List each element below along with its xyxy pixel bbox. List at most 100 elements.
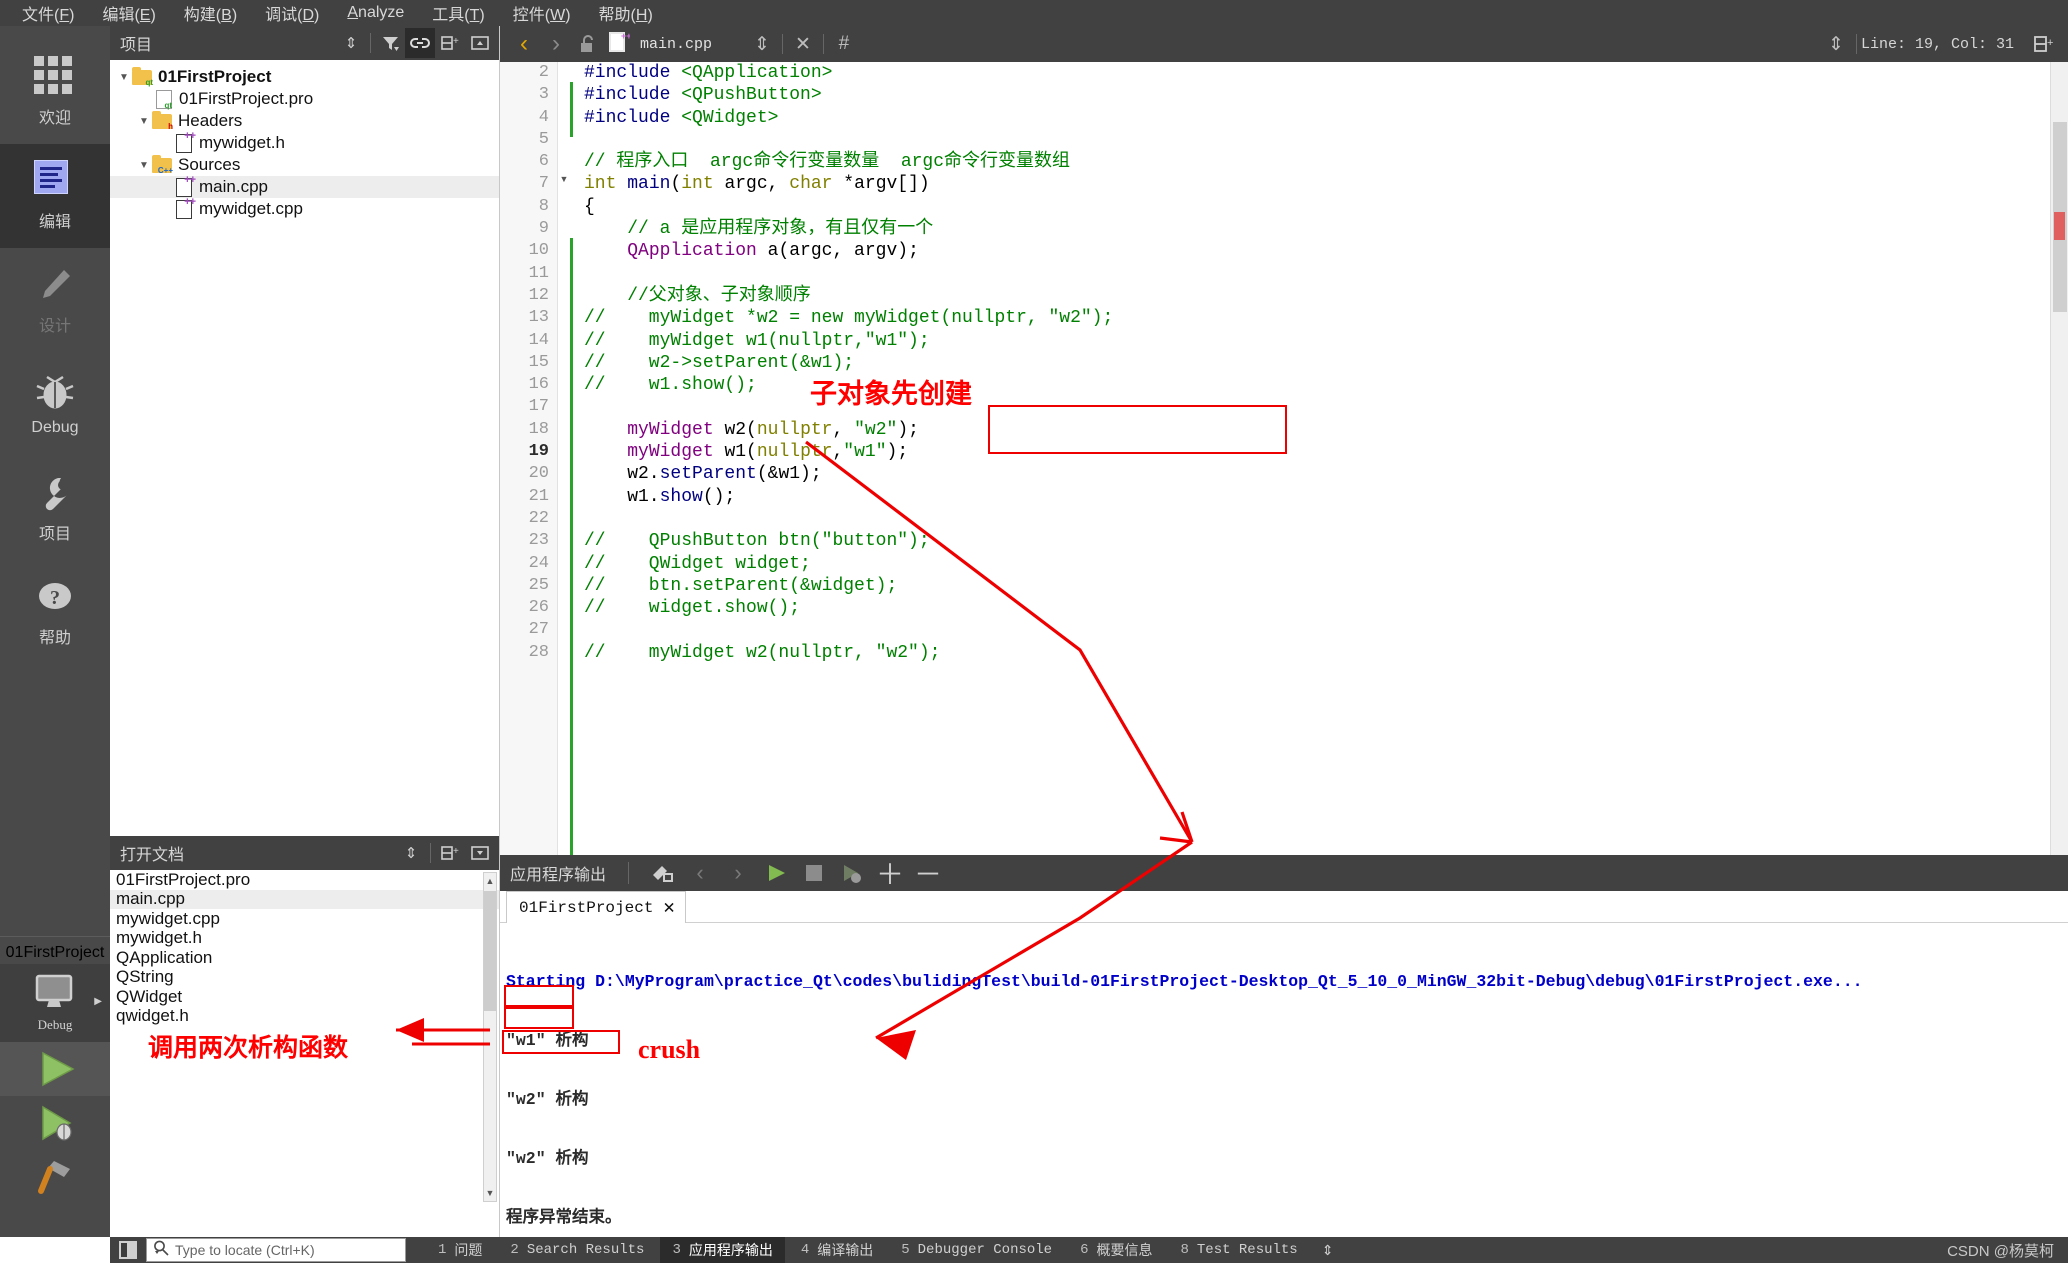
search-input[interactable]: Type to locate (Ctrl+K) bbox=[146, 1238, 406, 1262]
menu-item-1[interactable]: 编辑(E) bbox=[88, 0, 169, 27]
code-line[interactable]: myWidget w2(nullptr, "w2"); bbox=[570, 419, 2068, 441]
statusbar-tab-general-messages[interactable]: 6 概要信息 bbox=[1068, 1237, 1164, 1263]
mode-projects[interactable]: 项目 bbox=[0, 456, 110, 560]
code-line[interactable]: #include <QApplication> bbox=[570, 62, 2068, 84]
list-item[interactable]: 01FirstProject.pro bbox=[110, 870, 499, 890]
code-line[interactable] bbox=[570, 619, 2068, 641]
menu-item-2[interactable]: 构建(B) bbox=[170, 0, 251, 27]
code-line[interactable]: // QWidget widget; bbox=[570, 553, 2068, 575]
dropdown-icon[interactable] bbox=[465, 838, 495, 868]
code-line[interactable]: // w2->setParent(&w1); bbox=[570, 352, 2068, 374]
sidebar-toggle-icon[interactable] bbox=[110, 1237, 146, 1263]
unlocked-icon[interactable] bbox=[572, 29, 604, 59]
tree-item-mywidget-cpp[interactable]: ++ mywidget.cpp bbox=[110, 196, 499, 220]
code-line[interactable]: // QPushButton btn("button"); bbox=[570, 530, 2068, 552]
stop-icon[interactable] bbox=[795, 858, 833, 888]
split-icon[interactable]: + bbox=[435, 838, 465, 868]
code-line[interactable] bbox=[570, 508, 2068, 530]
code-line[interactable]: w1.show(); bbox=[570, 486, 2068, 508]
next-icon[interactable]: › bbox=[719, 858, 757, 888]
build-button[interactable] bbox=[0, 1150, 110, 1204]
run-button[interactable] bbox=[0, 1042, 110, 1096]
list-item[interactable]: main.cpp bbox=[110, 889, 499, 909]
scroll-down-icon[interactable]: ▼ bbox=[484, 1185, 496, 1201]
code-line[interactable]: #include <QWidget> bbox=[570, 107, 2068, 129]
code-line[interactable]: int main(int argc, char *argv[]) bbox=[570, 173, 2068, 195]
clear-icon[interactable] bbox=[643, 858, 681, 888]
tree-item-main-cpp[interactable]: ++ main.cpp bbox=[110, 174, 499, 198]
tree-item-project[interactable]: ▼ qt 01FirstProject bbox=[110, 66, 499, 88]
close-editor-button[interactable]: ✕ bbox=[787, 29, 819, 59]
statusbar-stepper-icon[interactable]: ⇕ bbox=[1322, 1242, 1334, 1259]
statusbar-tab-application-output[interactable]: 3 应用程序输出 bbox=[660, 1237, 785, 1263]
code-line[interactable]: // w1.show(); bbox=[570, 374, 2068, 396]
scroll-up-icon[interactable]: ▲ bbox=[484, 873, 496, 889]
statusbar-tab-compile-output[interactable]: 4 编译输出 bbox=[789, 1237, 885, 1263]
menu-item-3[interactable]: 调试(D) bbox=[251, 0, 333, 27]
prev-icon[interactable]: ‹ bbox=[681, 858, 719, 888]
tree-item-mywidget-h[interactable]: ++ mywidget.h bbox=[110, 130, 499, 154]
list-item[interactable]: mywidget.cpp bbox=[110, 909, 499, 929]
nav-back-button[interactable]: ‹ bbox=[508, 29, 540, 59]
application-output-console[interactable]: Starting D:\MyProgram\practice_Qt\codes\… bbox=[500, 923, 2068, 1237]
split-icon[interactable]: + bbox=[435, 28, 465, 58]
code-line[interactable] bbox=[570, 396, 2068, 418]
run-icon[interactable] bbox=[757, 858, 795, 888]
hash-button[interactable]: # bbox=[828, 29, 860, 59]
statusbar-tab-test-results[interactable]: 8 Test Results bbox=[1168, 1239, 1309, 1261]
editor-select-icon[interactable]: ⇕ bbox=[746, 29, 778, 59]
code-line[interactable] bbox=[570, 129, 2068, 151]
sync-icon[interactable]: ⇕ bbox=[396, 838, 426, 868]
menu-item-4[interactable]: Analyze bbox=[333, 2, 418, 24]
menu-item-5[interactable]: 工具(T) bbox=[418, 0, 498, 27]
code-line[interactable]: // 程序入口 argc命令行变量数量 argc命令行变量数组 bbox=[570, 151, 2068, 173]
editor-file-chip[interactable]: ++ main.cpp bbox=[608, 30, 712, 59]
zoom-in-icon[interactable]: ＋ bbox=[871, 858, 909, 890]
mode-design[interactable]: 设计 bbox=[0, 248, 110, 352]
filter-icon[interactable] bbox=[375, 28, 405, 58]
code-line[interactable]: { bbox=[570, 196, 2068, 218]
mode-help[interactable]: ? 帮助 bbox=[0, 560, 110, 664]
tree-item-headers[interactable]: ▼ h Headers bbox=[110, 110, 499, 132]
output-tab[interactable]: 01FirstProject ✕ bbox=[506, 891, 686, 923]
code-line[interactable]: // btn.setParent(&widget); bbox=[570, 575, 2068, 597]
list-item[interactable]: QApplication bbox=[110, 948, 499, 968]
mode-welcome[interactable]: 欢迎 bbox=[0, 40, 110, 144]
code-line[interactable]: // a 是应用程序对象，有且仅有一个 bbox=[570, 218, 2068, 240]
chevron-down-icon[interactable]: ▼ bbox=[136, 116, 152, 127]
chevron-down-icon[interactable]: ▼ bbox=[116, 72, 132, 83]
code-text[interactable]: #include <QApplication> #include <QPushBu… bbox=[570, 62, 2068, 855]
statusbar-tab-problems[interactable]: 1 问题 bbox=[426, 1237, 494, 1263]
tree-item-pro-file[interactable]: qt 01FirstProject.pro bbox=[110, 88, 499, 110]
split-editor-button[interactable]: + bbox=[2028, 29, 2060, 59]
fold-collapse-icon[interactable]: ▼ bbox=[558, 174, 570, 184]
list-item[interactable]: QWidget bbox=[110, 987, 499, 1007]
mode-edit[interactable]: 编辑 bbox=[0, 144, 110, 248]
code-editor[interactable]: 2 3 4 5 6 7 8 9 10 11 12 13 14 15 16 17 18 19 20 21 22 23 24 25… bbox=[500, 62, 2068, 855]
editor-scrollbar[interactable] bbox=[2050, 62, 2068, 855]
code-line[interactable]: // myWidget w2(nullptr, "w2"); bbox=[570, 642, 2068, 664]
scrollbar-thumb[interactable] bbox=[484, 891, 496, 1011]
close-icon[interactable]: ✕ bbox=[663, 896, 674, 919]
link-icon[interactable] bbox=[405, 28, 435, 58]
code-line[interactable]: myWidget w1(nullptr,"w1"); bbox=[570, 441, 2068, 463]
list-item[interactable]: QString bbox=[110, 967, 499, 988]
sync-icon[interactable]: ⇕ bbox=[336, 28, 366, 58]
collapse-icon[interactable] bbox=[465, 28, 495, 58]
menu-item-7[interactable]: 帮助(H) bbox=[585, 0, 667, 27]
kit-selector[interactable]: Debug ▶ bbox=[0, 964, 110, 1042]
start-debugging-button[interactable] bbox=[0, 1096, 110, 1150]
chevron-down-icon[interactable]: ▼ bbox=[136, 160, 152, 171]
list-item[interactable]: qwidget.h bbox=[110, 1006, 499, 1027]
code-line[interactable]: #include <QPushButton> bbox=[570, 84, 2068, 106]
tree-item-sources[interactable]: ▼ C++ Sources bbox=[110, 154, 499, 176]
line-col-stepper-icon[interactable]: ⇕ bbox=[1820, 29, 1852, 59]
code-line[interactable]: // myWidget w1(nullptr,"w1"); bbox=[570, 330, 2068, 352]
menu-item-0[interactable]: 文件(F) bbox=[8, 0, 88, 27]
mode-debug[interactable]: Debug bbox=[0, 352, 110, 456]
nav-forward-button[interactable]: › bbox=[540, 29, 572, 59]
statusbar-tab-search-results[interactable]: 2 Search Results bbox=[498, 1239, 656, 1261]
code-line[interactable]: w2.setParent(&w1); bbox=[570, 463, 2068, 485]
code-line[interactable]: // myWidget *w2 = new myWidget(nullptr, … bbox=[570, 307, 2068, 329]
code-line[interactable] bbox=[570, 263, 2068, 285]
